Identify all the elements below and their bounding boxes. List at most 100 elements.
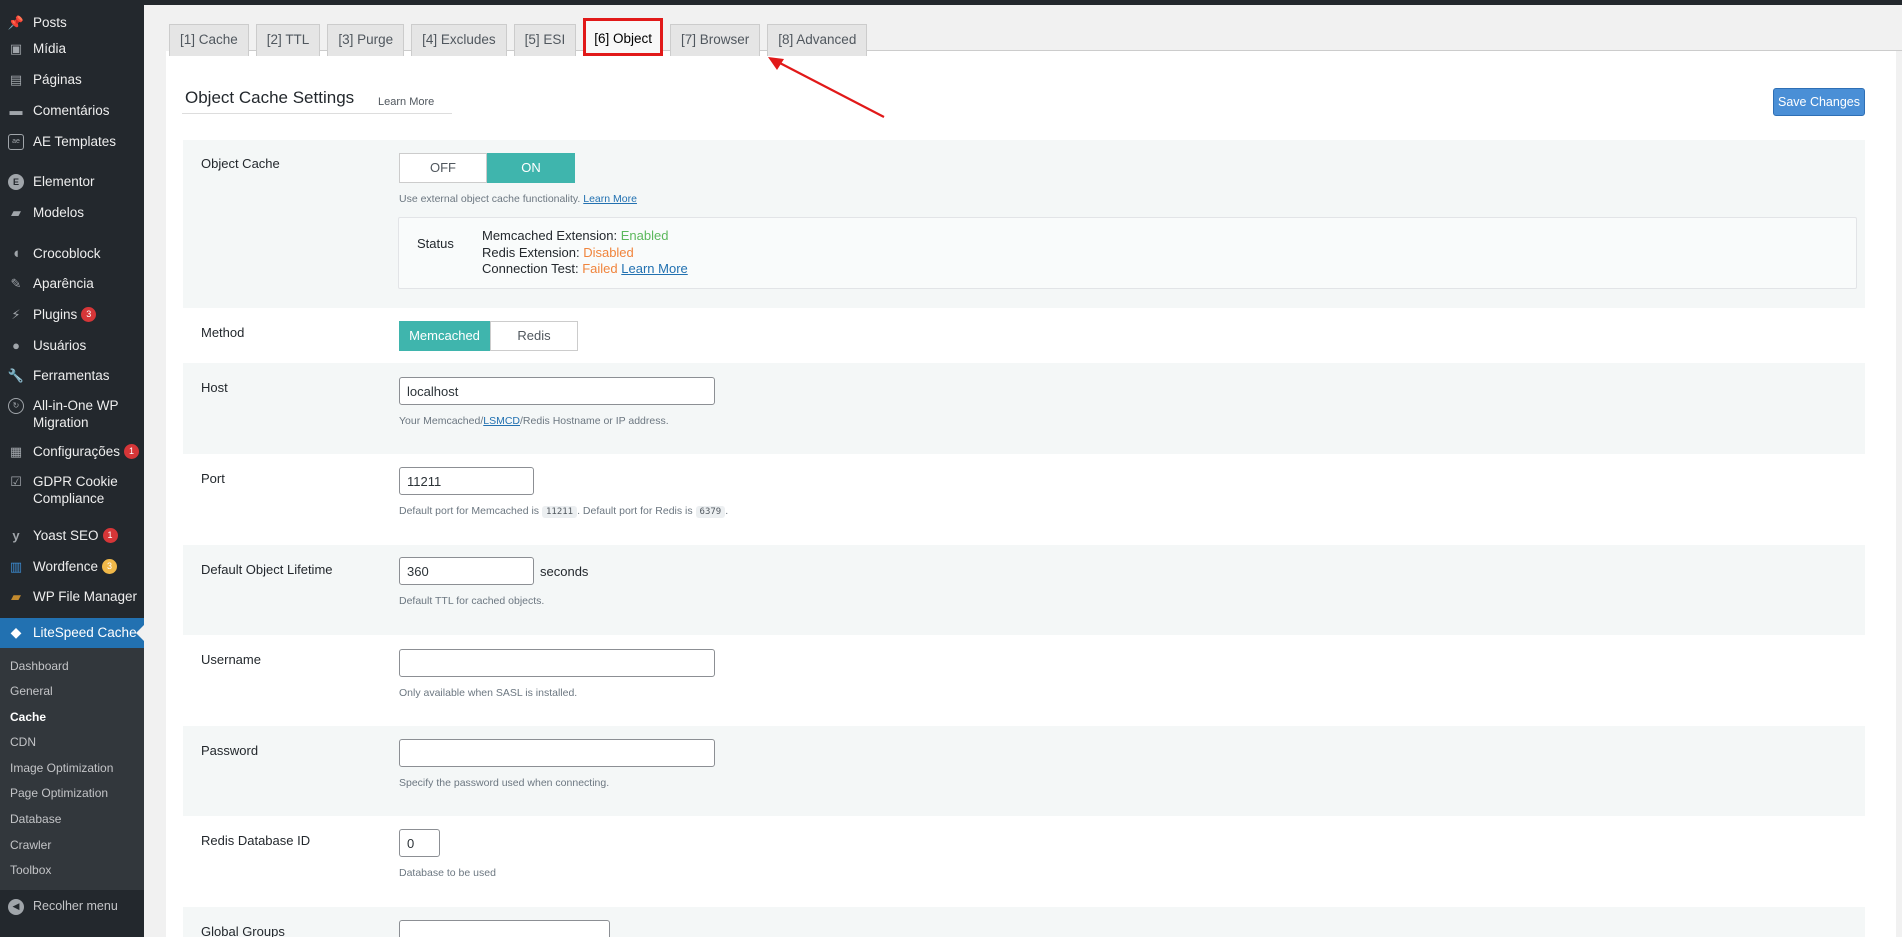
pin-icon: 📌 bbox=[7, 15, 25, 30]
sidebar-item-tools[interactable]: 🔧 Ferramentas bbox=[0, 367, 144, 397]
sidebar-item-crocoblock[interactable]: ◖ Crocoblock bbox=[0, 245, 144, 275]
sidebar-item-media[interactable]: ▣ Mídia bbox=[0, 40, 144, 71]
sidebar-item-settings[interactable]: ▦ Configurações 1 bbox=[0, 443, 144, 473]
host-row: Host Your Memcached/LSMCD/Redis Hostname… bbox=[183, 363, 1865, 454]
port-input[interactable] bbox=[399, 467, 534, 495]
pages-icon: ▤ bbox=[9, 71, 23, 87]
sidebar-item-label: Wordfence bbox=[33, 558, 99, 574]
settings-icon: ▦ bbox=[9, 443, 23, 459]
tab-ttl[interactable]: [2] TTL bbox=[255, 24, 321, 56]
port-row: Port Default port for Memcached is 11211… bbox=[183, 454, 1865, 545]
tab-advanced[interactable]: [8] Advanced bbox=[767, 24, 868, 56]
status-label: Status bbox=[417, 236, 454, 251]
user-icon: ● bbox=[12, 338, 20, 353]
status-box: Status Memcached Extension: Enabled Redi… bbox=[398, 217, 1857, 289]
port-description: Default port for Memcached is 11211. Def… bbox=[399, 505, 728, 518]
method-memcached-button[interactable]: Memcached bbox=[399, 321, 490, 351]
update-count-badge: 1 bbox=[102, 528, 118, 544]
tab-excludes[interactable]: [4] Excludes bbox=[411, 24, 507, 56]
submenu-crawler[interactable]: Crawler bbox=[0, 833, 144, 859]
password-input[interactable] bbox=[399, 739, 715, 767]
object-cache-desc-text: Use external object cache functionality. bbox=[399, 193, 581, 205]
sidebar-item-ae-templates[interactable]: ae AE Templates bbox=[0, 133, 144, 173]
sidebar-item-appearance[interactable]: ✎ Aparência bbox=[0, 275, 144, 306]
memcached-status-label: Memcached Extension: bbox=[482, 228, 618, 243]
tab-browser[interactable]: [7] Browser bbox=[669, 24, 761, 56]
submenu-image-optimization[interactable]: Image Optimization bbox=[0, 756, 144, 782]
method-label: Method bbox=[201, 325, 245, 340]
object-lifetime-row: Default Object Lifetime seconds Default … bbox=[183, 545, 1865, 635]
sidebar-item-migration[interactable]: ↻ All-in-One WP Migration bbox=[0, 397, 144, 443]
lsmcd-link[interactable]: LSMCD bbox=[483, 415, 520, 427]
tab-purge[interactable]: [3] Purge bbox=[327, 24, 405, 56]
username-input[interactable] bbox=[399, 649, 715, 677]
sidebar-item-modelos[interactable]: ▰ Modelos bbox=[0, 204, 144, 245]
redis-db-input[interactable] bbox=[399, 829, 440, 857]
submenu-toolbox[interactable]: Toolbox bbox=[0, 858, 144, 884]
tab-bar: [1] Cache [2] TTL [3] Purge [4] Excludes… bbox=[169, 18, 874, 56]
tab-esi[interactable]: [5] ESI bbox=[513, 24, 577, 56]
redis-db-label: Redis Database ID bbox=[201, 833, 311, 848]
host-input[interactable] bbox=[399, 377, 715, 405]
username-row: Username Only available when SASL is ins… bbox=[183, 635, 1865, 726]
sidebar-item-wordfence[interactable]: ▥ Wordfence 3 bbox=[0, 558, 144, 588]
redis-status-value: Disabled bbox=[583, 244, 634, 260]
title-divider bbox=[182, 113, 452, 114]
global-groups-input[interactable] bbox=[399, 920, 610, 937]
tab-cache[interactable]: [1] Cache bbox=[169, 24, 249, 56]
title-learn-more-link[interactable]: Learn More bbox=[378, 96, 434, 108]
save-changes-button[interactable]: Save Changes bbox=[1773, 88, 1865, 116]
object-cache-on-button[interactable]: ON bbox=[487, 153, 575, 183]
sidebar-item-file-manager[interactable]: ▰ WP File Manager bbox=[0, 588, 144, 618]
submenu-dashboard[interactable]: Dashboard bbox=[0, 654, 144, 680]
port-desc-text-b: . Default port for Redis is bbox=[577, 505, 693, 517]
ae-icon: ae bbox=[8, 133, 24, 150]
update-count-badge: 3 bbox=[81, 307, 97, 323]
memcached-default-port: 11211 bbox=[541, 506, 578, 518]
object-cache-row: Object Cache OFF ON Use external object … bbox=[183, 140, 1865, 308]
object-cache-toggle: OFF ON bbox=[399, 153, 637, 183]
submenu-cache[interactable]: Cache bbox=[0, 705, 144, 731]
sidebar-item-comments[interactable]: ▬ Comentários bbox=[0, 102, 144, 133]
sidebar-item-users[interactable]: ● Usuários bbox=[0, 337, 144, 367]
username-label: Username bbox=[201, 652, 261, 667]
redis-db-row: Redis Database ID Database to be used bbox=[183, 816, 1865, 907]
host-label: Host bbox=[201, 380, 228, 395]
connection-learn-more-link[interactable]: Learn More bbox=[621, 261, 687, 276]
file-manager-icon: ▰ bbox=[11, 588, 21, 604]
object-cache-learn-more-link[interactable]: Learn More bbox=[583, 193, 637, 205]
sidebar-item-elementor[interactable]: E Elementor bbox=[0, 173, 144, 204]
wrench-icon: 🔧 bbox=[7, 367, 25, 383]
update-count-badge: 3 bbox=[102, 559, 118, 575]
sidebar-item-gdpr[interactable]: ☑ GDPR Cookie Compliance bbox=[0, 473, 144, 527]
sidebar-item-label: Yoast SEO bbox=[33, 527, 99, 543]
object-cache-description: Use external object cache functionality.… bbox=[399, 193, 637, 205]
sidebar-item-pages[interactable]: ▤ Páginas bbox=[0, 71, 144, 102]
connection-status-value: Failed bbox=[582, 261, 618, 276]
object-lifetime-field: seconds bbox=[399, 557, 588, 585]
litespeed-submenu: Dashboard General Cache CDN Image Optimi… bbox=[0, 647, 144, 890]
method-redis-button[interactable]: Redis bbox=[490, 321, 578, 351]
port-desc-text-c: . bbox=[725, 505, 729, 517]
host-description: Your Memcached/LSMCD/Redis Hostname or I… bbox=[399, 415, 715, 427]
sidebar-item-litespeed-cache[interactable]: ◆ LiteSpeed Cache bbox=[0, 617, 144, 648]
object-lifetime-input[interactable] bbox=[399, 557, 534, 585]
sidebar-item-yoast[interactable]: y Yoast SEO 1 bbox=[0, 527, 144, 558]
submenu-page-optimization[interactable]: Page Optimization bbox=[0, 781, 144, 807]
comment-icon: ▬ bbox=[9, 103, 23, 118]
memcached-status-value: Enabled bbox=[620, 228, 669, 243]
submenu-general[interactable]: General bbox=[0, 679, 144, 705]
object-lifetime-description: Default TTL for cached objects. bbox=[399, 595, 545, 607]
object-cache-off-button[interactable]: OFF bbox=[399, 153, 487, 183]
host-desc-text-a: Your Memcached/ bbox=[399, 415, 484, 427]
migration-icon: ↻ bbox=[8, 397, 24, 414]
submenu-database[interactable]: Database bbox=[0, 807, 144, 833]
submenu-cdn[interactable]: CDN bbox=[0, 730, 144, 756]
crocoblock-icon: ◖ bbox=[11, 245, 21, 262]
tab-object[interactable]: [6] Object bbox=[583, 18, 663, 56]
page-title: Object Cache Settings bbox=[185, 88, 355, 107]
global-groups-label: Global Groups bbox=[201, 924, 285, 937]
sidebar-item-plugins[interactable]: ⚡ Plugins 3 bbox=[0, 306, 144, 337]
collapse-menu-button[interactable]: ◀ Recolher menu bbox=[0, 890, 144, 920]
sidebar-item-posts[interactable]: 📌 Posts bbox=[0, 14, 144, 40]
